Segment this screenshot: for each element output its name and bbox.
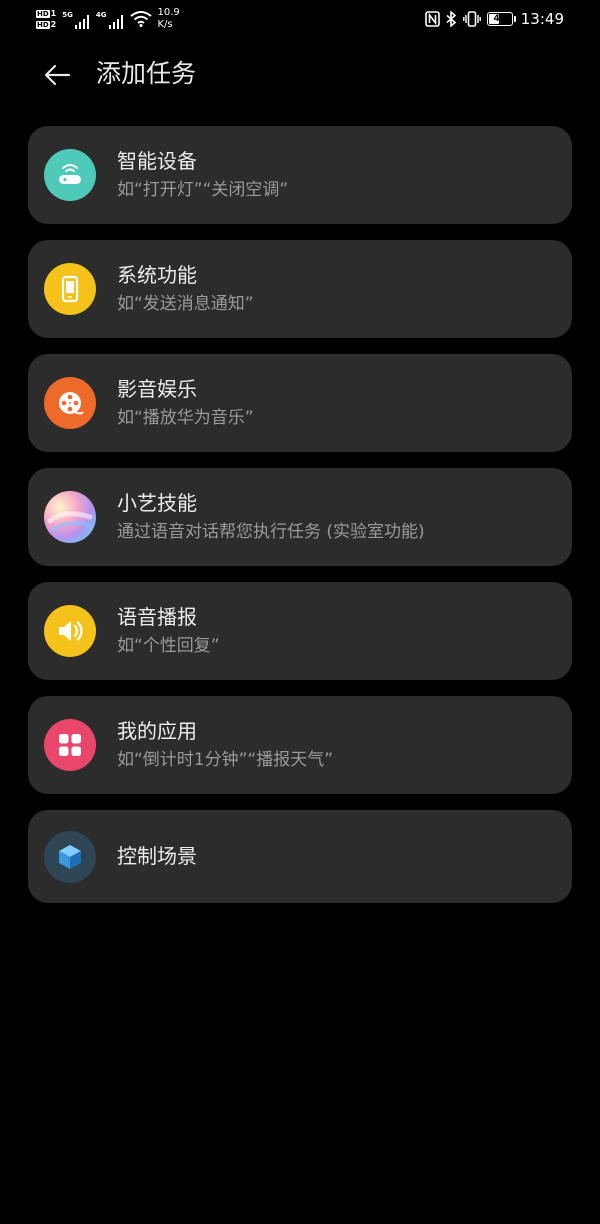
task-item-subtitle: 如“个性回复” xyxy=(117,636,220,656)
back-button[interactable] xyxy=(38,56,76,94)
task-item-system-function[interactable]: 系统功能 如“发送消息通知” xyxy=(28,240,572,338)
network-speed-value: 10.9 xyxy=(157,7,180,18)
wifi-icon xyxy=(129,11,152,27)
task-item-title: 我的应用 xyxy=(117,719,197,743)
signal-5g: 5G xyxy=(62,9,90,29)
signal-4g: 4G xyxy=(96,9,124,29)
status-time: 13:49 xyxy=(520,10,564,28)
task-item-subtitle: 如“播放华为音乐” xyxy=(117,408,254,428)
battery-percent: 44 xyxy=(493,14,507,24)
task-item-title: 语音播报 xyxy=(117,605,197,629)
film-reel-icon xyxy=(44,377,96,429)
task-type-list: 智能设备 如“打开灯”“关闭空调” 系统功能 如“发送消息通知” 影音娱乐 如“… xyxy=(28,126,572,919)
task-item-xiaoyi-skill[interactable]: 小艺技能 通过语音对话帮您执行任务 (实验室功能) xyxy=(28,468,572,566)
task-item-subtitle: 如“打开灯”“关闭空调” xyxy=(117,180,289,200)
network-speed-unit: K/s xyxy=(157,19,173,30)
speaker-icon xyxy=(44,605,96,657)
sim2-number: 2 xyxy=(50,20,57,29)
vibrate-icon xyxy=(462,11,481,27)
signal-bars-icon xyxy=(108,15,123,29)
cube-icon xyxy=(44,831,96,883)
task-item-my-apps[interactable]: 我的应用 如“倒计时1分钟”“播报天气” xyxy=(28,696,572,794)
task-item-control-scene[interactable]: 控制场景 xyxy=(28,810,572,903)
battery-indicator: 44 xyxy=(486,12,516,26)
task-item-smart-device[interactable]: 智能设备 如“打开灯”“关闭空调” xyxy=(28,126,572,224)
nfc-icon xyxy=(424,11,440,27)
page-title: 添加任务 xyxy=(96,59,197,88)
phone-icon xyxy=(44,263,96,315)
task-item-title: 智能设备 xyxy=(117,149,197,173)
task-item-title: 小艺技能 xyxy=(117,491,197,515)
status-bar: HD 1 HD 2 5G 4G 10.9 K/s 44 13:49 xyxy=(0,0,600,40)
arrow-left-icon xyxy=(44,64,71,86)
signal-bars-icon xyxy=(74,15,89,29)
app-grid-icon xyxy=(44,719,96,771)
task-item-title: 影音娱乐 xyxy=(117,377,197,401)
sim1-indicator: HD 1 xyxy=(36,9,56,18)
network-type-4g: 4G xyxy=(95,11,107,19)
sim2-hd-badge: HD xyxy=(36,20,50,29)
task-item-subtitle: 如“发送消息通知” xyxy=(117,294,254,314)
task-item-title: 系统功能 xyxy=(117,263,197,287)
sim2-indicator: HD 2 xyxy=(36,20,56,29)
status-bar-right: 44 13:49 xyxy=(424,8,564,30)
network-speed: 10.9 K/s xyxy=(158,7,180,31)
xiaoyi-orb-icon xyxy=(44,491,96,543)
sim1-hd-badge: HD xyxy=(36,9,50,18)
app-header: 添加任务 xyxy=(0,48,600,102)
router-icon xyxy=(44,149,96,201)
task-item-voice-broadcast[interactable]: 语音播报 如“个性回复” xyxy=(28,582,572,680)
bluetooth-icon xyxy=(446,11,456,27)
task-item-subtitle: 通过语音对话帮您执行任务 (实验室功能) xyxy=(117,522,425,542)
network-type-5g: 5G xyxy=(62,11,73,19)
status-bar-left: HD 1 HD 2 5G 4G 10.9 K/s xyxy=(36,4,180,34)
sim-indicators: HD 1 HD 2 xyxy=(36,9,56,29)
task-item-subtitle: 如“倒计时1分钟”“播报天气” xyxy=(117,750,334,770)
task-item-title: 控制场景 xyxy=(117,844,197,868)
task-item-media-entertainment[interactable]: 影音娱乐 如“播放华为音乐” xyxy=(28,354,572,452)
sim1-number: 1 xyxy=(50,9,57,18)
